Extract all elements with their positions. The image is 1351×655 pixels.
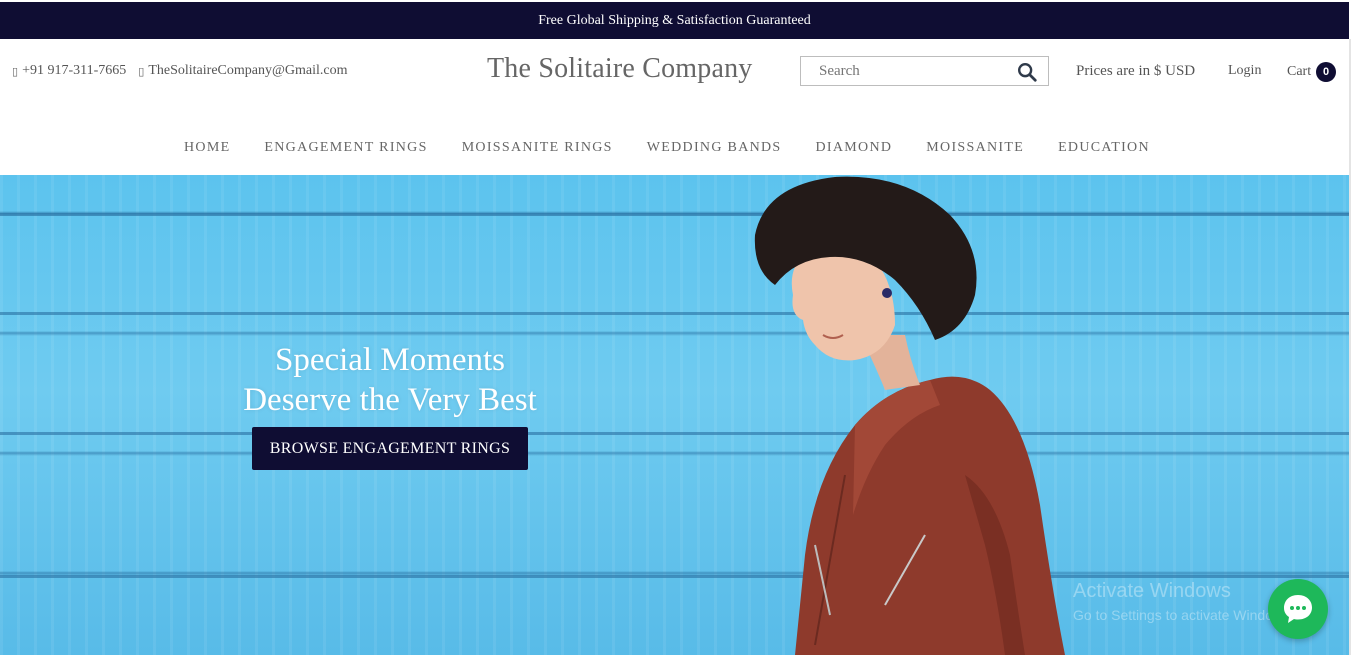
announcement-bar: Free Global Shipping & Satisfaction Guar… [0, 2, 1349, 39]
nav-item-moissanite[interactable]: MOISSANITE [926, 140, 1024, 156]
watermark-title: Activate Windows [1073, 580, 1231, 602]
phone-number: +91 917-311-7665 [22, 63, 127, 78]
windows-activation-watermark: Activate Windows Go to Settings to activ… [1073, 580, 1294, 623]
wood-plank-line [0, 312, 1349, 315]
search-icon[interactable] [1016, 61, 1038, 83]
search-input[interactable] [801, 61, 1021, 81]
watermark-subtitle: Go to Settings to activate Windows. [1073, 607, 1294, 623]
chat-widget-button[interactable] [1268, 579, 1328, 639]
hero-headline-line2: Deserve the Very Best [243, 382, 537, 418]
hero-headline: Special Moments Deserve the Very Best [200, 340, 580, 420]
hero-model-photo [754, 176, 1065, 655]
email-address: TheSolitaireCompany@Gmail.com [148, 63, 348, 78]
nav-item-education[interactable]: EDUCATION [1058, 140, 1150, 156]
contact-info: ▯ +91 917-311-7665 ▯ TheSolitaireCompany… [12, 63, 347, 79]
chat-bubble-icon [1284, 595, 1312, 623]
wood-plank-line [0, 575, 1349, 578]
nav-item-home[interactable]: HOME [184, 140, 230, 156]
announcement-text: Free Global Shipping & Satisfaction Guar… [538, 12, 811, 28]
site-header: ▯ +91 917-311-7665 ▯ TheSolitaireCompany… [0, 39, 1349, 175]
cart-link[interactable]: Cart 0 [1287, 62, 1337, 82]
email-link[interactable]: ▯ TheSolitaireCompany@Gmail.com [138, 63, 347, 79]
search-box [800, 56, 1049, 86]
nav-item-moissanite-rings[interactable]: MOISSANITE RINGS [462, 140, 613, 156]
browse-engagement-rings-button[interactable]: BROWSE ENGAGEMENT RINGS [252, 427, 528, 470]
phone-link[interactable]: ▯ +91 917-311-7665 [12, 63, 126, 79]
nav-item-wedding-bands[interactable]: WEDDING BANDS [647, 140, 782, 156]
nav-item-diamond[interactable]: DIAMOND [816, 140, 893, 156]
phone-icon: ▯ [12, 64, 19, 78]
envelope-icon: ▯ [138, 64, 145, 78]
login-link[interactable]: Login [1228, 63, 1261, 79]
wood-plank-line [0, 213, 1349, 216]
cart-count-badge: 0 [1316, 62, 1337, 82]
currency-selector[interactable]: Prices are in $ USD [1076, 63, 1195, 80]
nav-item-engagement-rings[interactable]: ENGAGEMENT RINGS [264, 140, 427, 156]
cart-label: Cart [1287, 64, 1312, 79]
wood-plank-line [0, 432, 1349, 435]
hero-banner: Special Moments Deserve the Very Best BR… [0, 175, 1349, 655]
main-nav: HOME ENGAGEMENT RINGS MOISSANITE RINGS W… [184, 140, 1150, 156]
hero-headline-line1: Special Moments [274, 342, 506, 378]
site-logo[interactable]: The Solitaire Company [487, 53, 752, 85]
